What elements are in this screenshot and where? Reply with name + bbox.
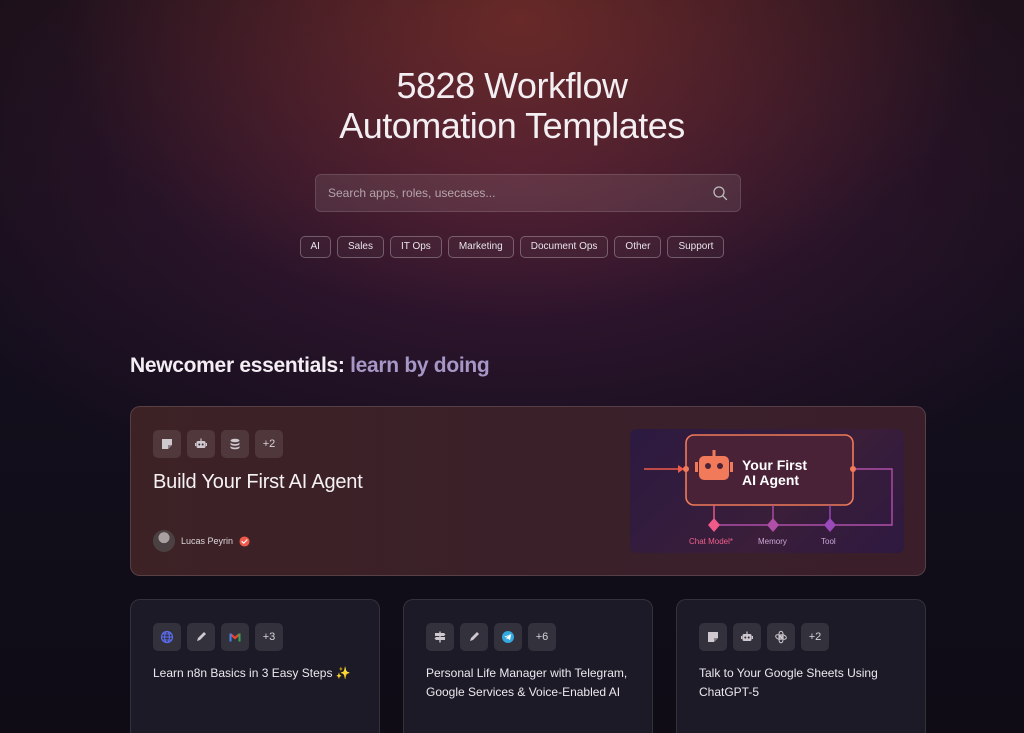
telegram-icon (494, 623, 522, 651)
category-chip-support[interactable]: Support (667, 236, 725, 258)
globe-icon (153, 623, 181, 651)
openai-icon (767, 623, 795, 651)
search-bar[interactable] (315, 174, 741, 212)
category-filters: AI Sales IT Ops Marketing Document Ops O… (0, 236, 1024, 258)
category-chip-other[interactable]: Other (614, 236, 662, 258)
ai-agent-diagram: Your First AI Agent Chat Model* Memory T… (630, 429, 904, 553)
diagram-label-tool: Tool (821, 537, 836, 546)
category-chip-marketing[interactable]: Marketing (447, 236, 514, 258)
signpost-icon (426, 623, 454, 651)
more-nodes-count: +3 (255, 623, 283, 651)
sticky-note-icon (699, 623, 727, 651)
diagram-node-title-line1: Your First (742, 457, 808, 473)
card-node-icons: +6 (426, 623, 556, 651)
diagram-label-memory: Memory (758, 537, 787, 546)
search-icon[interactable] (712, 185, 728, 201)
verified-badge-icon (239, 535, 250, 547)
category-chip-sales[interactable]: Sales (336, 236, 384, 258)
more-nodes-count: +2 (801, 623, 829, 651)
page-title-line1: 5828 Workflow (396, 65, 628, 106)
template-card-title: Personal Life Manager with Telegram, Goo… (426, 666, 628, 699)
avatar (153, 530, 175, 552)
card-node-icons: +3 (153, 623, 283, 651)
diagram-node-title: Your First AI Agent (742, 458, 807, 488)
more-nodes-count: +6 (528, 623, 556, 651)
robot-icon (187, 430, 215, 458)
diagram-label-chat-model: Chat Model* (689, 537, 734, 546)
featured-node-icons: +2 (153, 430, 283, 458)
pencil-icon (187, 623, 215, 651)
card-node-icons: +2 (699, 623, 829, 651)
templates-page: 5828 Workflow Automation Templates AI Sa… (0, 0, 1024, 733)
section-title: Newcomer essentials: learn by doing (130, 354, 490, 378)
pencil-icon (460, 623, 488, 651)
database-icon (221, 430, 249, 458)
diagram-node-title-line2: AI Agent (742, 472, 800, 488)
gmail-icon (221, 623, 249, 651)
diagram-graphic (644, 434, 893, 532)
featured-template-title: Build Your First AI Agent (153, 471, 363, 493)
template-card[interactable]: +2 Talk to Your Google Sheets Using Chat… (676, 599, 926, 733)
category-chip-ai[interactable]: AI (299, 236, 331, 258)
page-title: 5828 Workflow Automation Templates (0, 66, 1024, 146)
author-name: Lucas Peyrin (181, 536, 234, 546)
robot-icon (733, 623, 761, 651)
category-chip-document-ops[interactable]: Document Ops (519, 236, 609, 258)
template-card-title: Talk to Your Google Sheets Using ChatGPT… (699, 666, 878, 699)
search-input[interactable] (328, 186, 712, 200)
template-card[interactable]: +3 Learn n8n Basics in 3 Easy Steps ✨ (130, 599, 380, 733)
template-card[interactable]: +6 Personal Life Manager with Telegram, … (403, 599, 653, 733)
category-chip-it-ops[interactable]: IT Ops (389, 236, 442, 258)
featured-author: Lucas Peyrin (153, 530, 250, 552)
sticky-note-icon (153, 430, 181, 458)
section-title-main: Newcomer essentials: (130, 354, 351, 377)
section-title-accent: learn by doing (350, 354, 490, 377)
featured-template-card[interactable]: +2 Build Your First AI Agent Lucas Peyri… (130, 406, 926, 576)
template-card-title: Learn n8n Basics in 3 Easy Steps ✨ (153, 666, 351, 680)
more-nodes-count: +2 (255, 430, 283, 458)
page-title-line2: Automation Templates (339, 105, 685, 146)
